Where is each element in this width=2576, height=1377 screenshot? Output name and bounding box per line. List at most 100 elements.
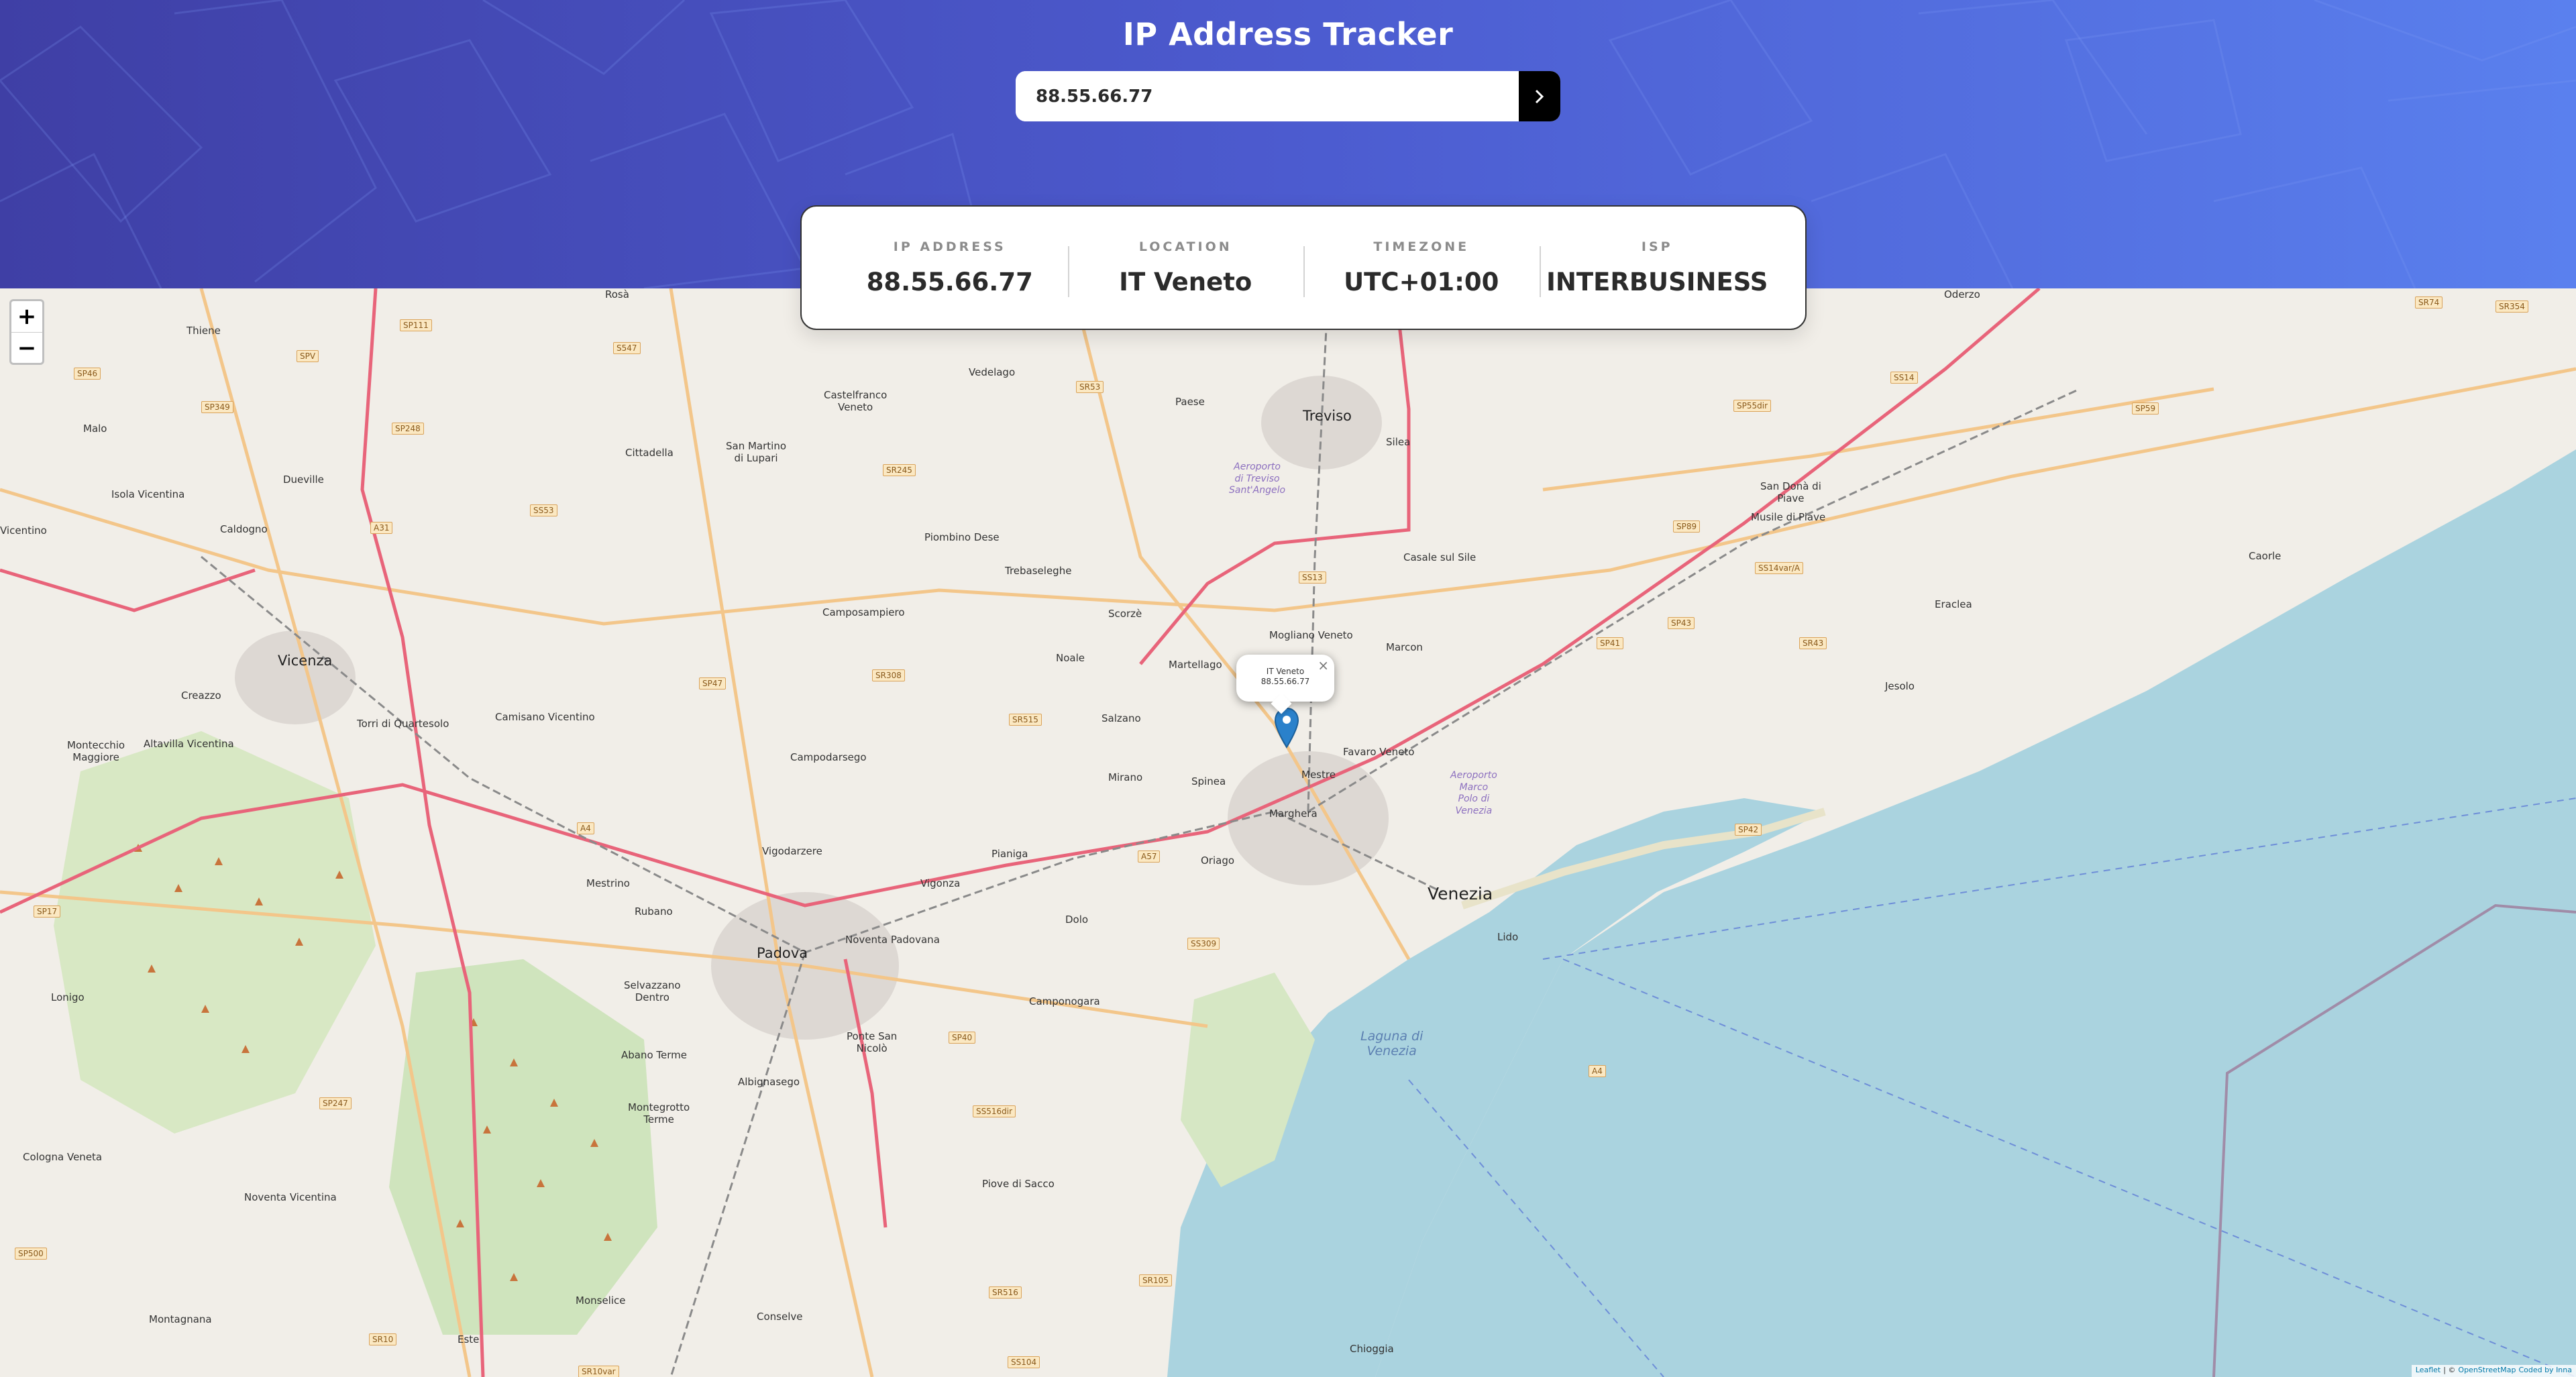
map-label-dueville: Dueville	[283, 474, 324, 486]
ip-info-card: IP ADDRESS 88.55.66.77 LOCATION IT Venet…	[800, 205, 1807, 330]
map-label-vigonza: Vigonza	[920, 877, 961, 889]
location-section: LOCATION IT Veneto	[1067, 239, 1304, 297]
popup-ip: 88.55.66.77	[1260, 677, 1310, 686]
map-label-noale: Noale	[1056, 652, 1085, 664]
coded-by-link[interactable]: Coded by Inna	[2518, 1366, 2572, 1376]
map-label-pianiga: Pianiga	[991, 848, 1028, 860]
map-label-vedelago: Vedelago	[969, 366, 1016, 378]
zoom-out-button[interactable]: −	[11, 332, 42, 363]
road-shield: SS516dir	[973, 1105, 1016, 1117]
map-label-aeroporto-venezia: Aeroporto Marco Polo di Venezia	[1450, 770, 1497, 816]
map-label-montagnana: Montagnana	[149, 1313, 212, 1325]
road-shield: SP500	[15, 1248, 47, 1260]
leaflet-link[interactable]: Leaflet	[2416, 1366, 2440, 1376]
road-shield: SP247	[319, 1097, 352, 1109]
euganei-hills	[389, 959, 657, 1335]
page-title: IP Address Tracker	[1122, 16, 1454, 52]
map-label-montegrotto: Montegrotto Terme	[628, 1101, 690, 1125]
map-label-abano: Abano Terme	[621, 1049, 688, 1061]
map-label-mestre: Mestre	[1301, 769, 1336, 781]
map-label-castelfranco: Castelfranco Veneto	[824, 389, 888, 413]
road-shield: A31	[370, 522, 393, 534]
map-label-laguna: Laguna di Venezia	[1360, 1029, 1424, 1058]
map-label-marcon: Marcon	[1386, 641, 1423, 653]
map-label-noventa-vicentina: Noventa Vicentina	[244, 1191, 337, 1203]
location-marker-icon[interactable]	[1274, 707, 1299, 749]
zoom-in-button[interactable]: +	[11, 301, 42, 332]
timezone-value: UTC+01:00	[1344, 267, 1499, 296]
road-shield: SP55dir	[1733, 400, 1772, 412]
map-label-oderzo: Oderzo	[1944, 288, 1980, 300]
road-shield: SR245	[883, 464, 916, 476]
map-label-monselice: Monselice	[576, 1295, 626, 1307]
chevron-right-icon	[1535, 89, 1544, 103]
map-label-vigodarzere: Vigodarzere	[762, 845, 822, 857]
isp-value: INTERBUSINESS	[1546, 267, 1768, 296]
timezone-label: TIMEZONE	[1373, 239, 1470, 254]
map-label-mestrino: Mestrino	[586, 877, 630, 889]
berici-hills	[54, 731, 376, 1134]
map-label-rosa: Rosà	[605, 288, 629, 300]
map-label-martellago: Martellago	[1169, 659, 1222, 671]
map-label-scorze: Scorzè	[1108, 608, 1142, 620]
map-label-vicenza: Vicenza	[278, 653, 333, 669]
road-shield: SS13	[1299, 571, 1326, 584]
map-label-torri: Torri di Quartesolo	[357, 718, 449, 730]
road-shield: SP349	[201, 401, 233, 413]
map-label-campodarsego: Campodarsego	[790, 751, 867, 763]
map-label-treviso: Treviso	[1303, 408, 1352, 424]
map-label-lido: Lido	[1497, 931, 1519, 943]
map-label-jesolo: Jesolo	[1885, 680, 1915, 692]
map-view[interactable]: Treviso Vicenza Padova Venezia Mestre Ma…	[0, 288, 2576, 1377]
ip-search-input[interactable]	[1016, 71, 1519, 121]
map-attribution: Leaflet | © OpenStreetMap Coded by Inna	[2411, 1365, 2576, 1377]
osm-link[interactable]: OpenStreetMap	[2458, 1366, 2516, 1376]
map-label-camposampiero: Camposampiero	[822, 606, 905, 618]
map-label-conselve: Conselve	[757, 1311, 803, 1323]
isp-section: ISP INTERBUSINESS	[1539, 239, 1776, 297]
map-label-lonigo: Lonigo	[51, 991, 85, 1003]
road-shield: A4	[577, 822, 594, 834]
map-label-caldogno: Caldogno	[220, 523, 268, 535]
road-shield: SS14var/A	[1755, 562, 1804, 574]
map-label-selvazzano: Selvazzano Dentro	[624, 979, 681, 1003]
road-shield: SPV	[297, 350, 319, 362]
location-label: LOCATION	[1138, 239, 1232, 254]
map-label-malo: Malo	[83, 423, 107, 435]
map-label-mogliano: Mogliano Veneto	[1269, 629, 1353, 641]
map-label-caorle: Caorle	[2249, 550, 2282, 562]
map-label-padova: Padova	[757, 945, 808, 961]
map-label-isola-vicentina: Isola Vicentina	[111, 488, 185, 500]
map-label-venezia: Venezia	[1428, 884, 1493, 903]
map-label-spinea: Spinea	[1191, 775, 1226, 787]
isp-label: ISP	[1641, 239, 1673, 254]
road-shield: SS309	[1187, 938, 1220, 950]
timezone-section: TIMEZONE UTC+01:00	[1303, 239, 1540, 297]
map-label-marghera: Marghera	[1269, 808, 1318, 820]
popup-close-button[interactable]: ×	[1318, 657, 1329, 673]
ip-address-section: IP ADDRESS 88.55.66.77	[832, 239, 1068, 296]
map-label-favaro: Favaro Veneto	[1343, 746, 1415, 758]
road-shield: SP40	[949, 1032, 976, 1044]
road-shield: SS53	[530, 504, 557, 516]
road-shield: SR43	[1799, 637, 1827, 649]
road-shield: A57	[1138, 850, 1161, 863]
road-shield: SP42	[1735, 824, 1762, 836]
map-label-mirano: Mirano	[1108, 771, 1143, 783]
map-label-altavilla: Altavilla Vicentina	[144, 738, 234, 750]
road-shield: SR10	[369, 1333, 397, 1345]
road-shield: SR354	[2496, 300, 2528, 313]
map-label-camisano: Camisano Vicentino	[495, 711, 595, 723]
road-shield: SR74	[2415, 296, 2443, 309]
map-label-montecchio: Montecchio Maggiore	[67, 739, 125, 763]
road-shield: SR53	[1076, 381, 1104, 393]
map-label-casale: Casale sul Sile	[1403, 551, 1477, 563]
search-submit-button[interactable]	[1519, 71, 1560, 121]
road-shield: SR516	[989, 1286, 1022, 1299]
attribution-separator: | ©	[2443, 1366, 2456, 1374]
road-shield: SP59	[2132, 402, 2159, 415]
road-shield: SP41	[1597, 637, 1624, 649]
map-label-chioggia: Chioggia	[1350, 1343, 1394, 1355]
road-shield: A4	[1589, 1065, 1606, 1077]
map-label-san-dona: San Donà di Piave	[1760, 480, 1821, 504]
